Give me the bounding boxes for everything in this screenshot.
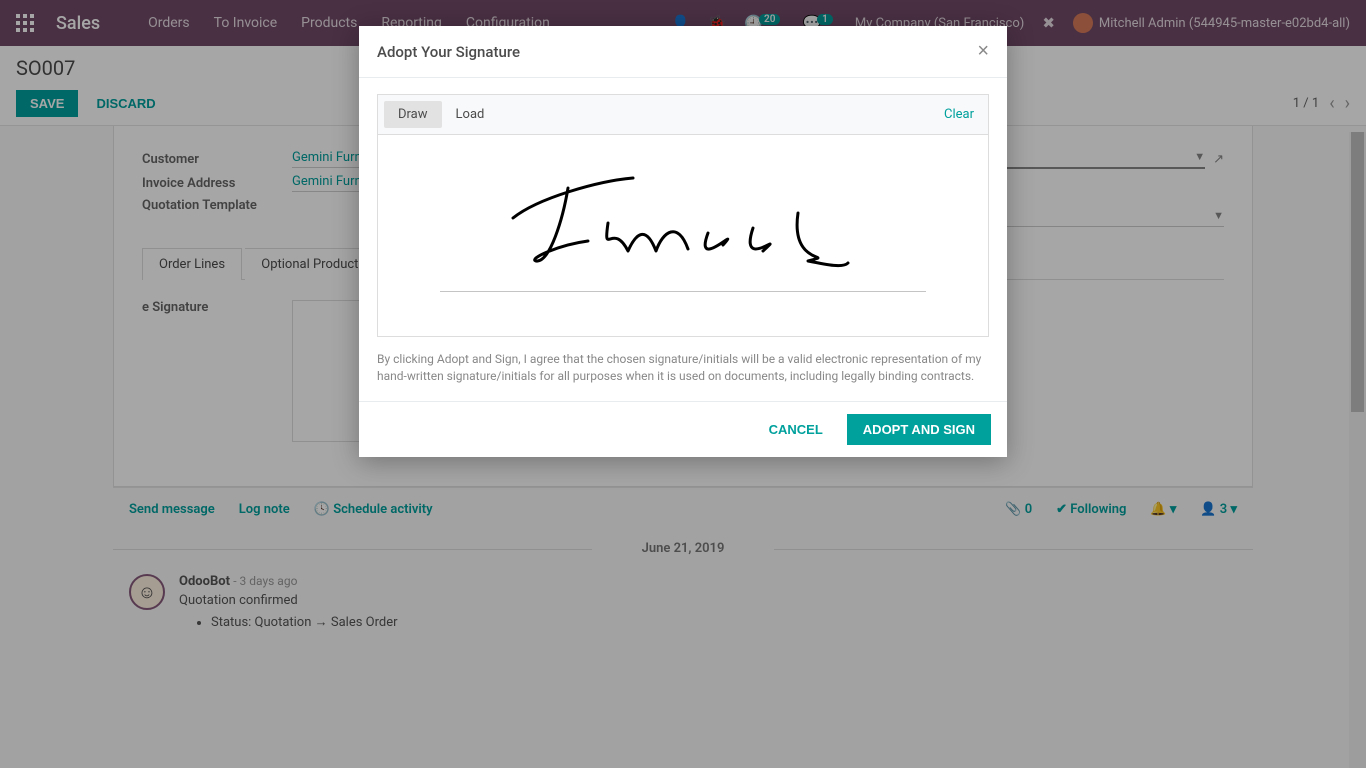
signature-disclaimer: By clicking Adopt and Sign, I agree that… [377, 351, 989, 385]
tab-draw[interactable]: Draw [384, 101, 442, 128]
signature-modal: Adopt Your Signature × Draw Load Clear B… [359, 26, 1007, 457]
signature-baseline [440, 291, 926, 292]
signature-mode-toolbar: Draw Load Clear [377, 94, 989, 135]
clear-button[interactable]: Clear [936, 101, 982, 128]
cancel-button[interactable]: CANCEL [755, 414, 837, 445]
tab-load[interactable]: Load [442, 101, 499, 128]
signature-canvas[interactable] [377, 135, 989, 337]
close-icon[interactable]: × [977, 40, 989, 63]
modal-title: Adopt Your Signature [377, 43, 520, 61]
signature-stroke [508, 173, 868, 283]
adopt-and-sign-button[interactable]: ADOPT AND SIGN [847, 414, 991, 445]
